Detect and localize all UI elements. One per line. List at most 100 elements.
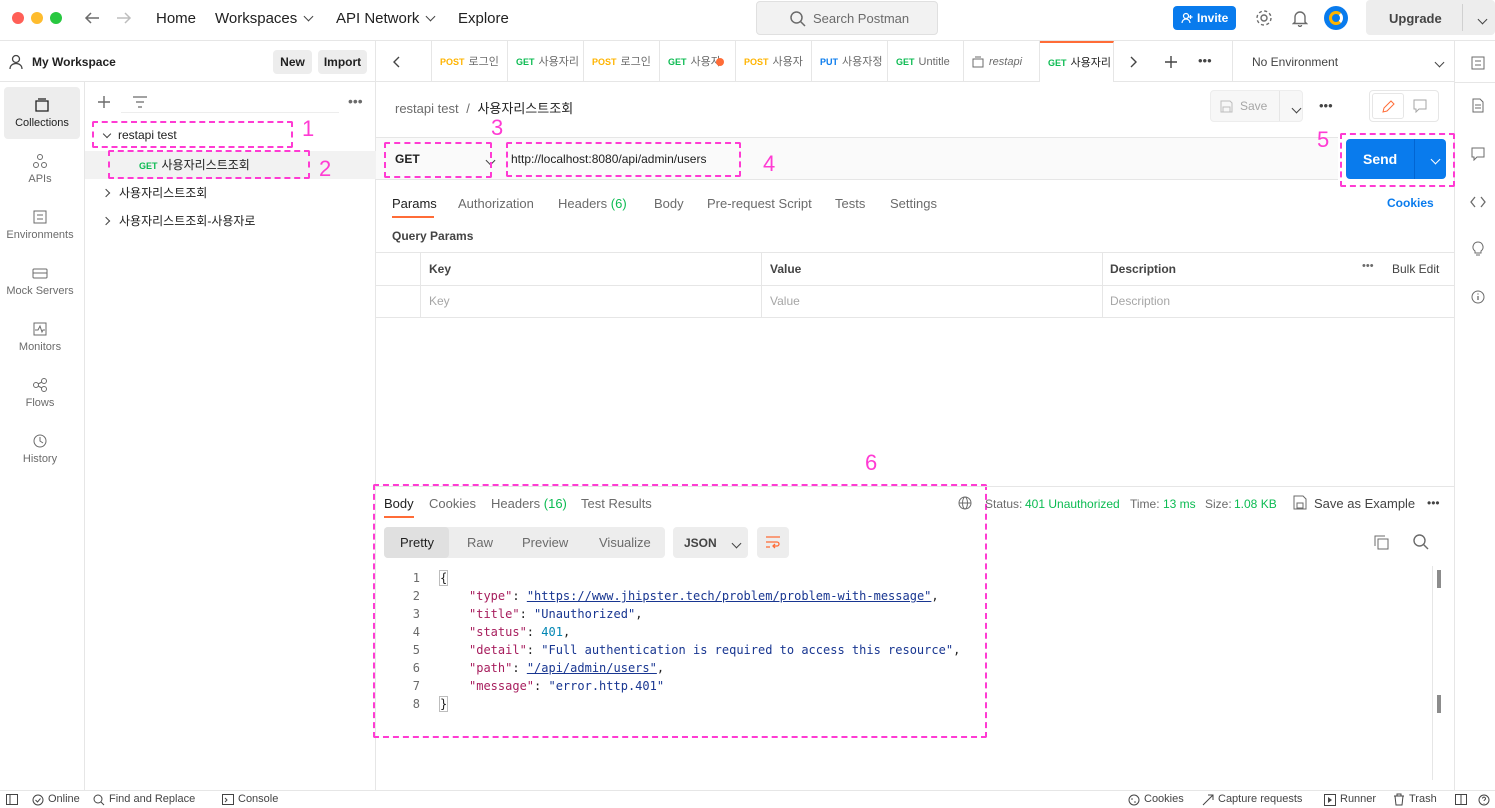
scrollbar-thumb[interactable] [1437,695,1441,713]
view-raw[interactable]: Raw [467,535,493,550]
find-replace-button[interactable]: Find and Replace [109,793,195,805]
comments-icon[interactable] [1471,147,1485,161]
nav-home[interactable]: Home [156,10,196,27]
runner-button[interactable]: Runner [1340,793,1376,805]
size-value[interactable]: 1.08 KB [1234,497,1277,511]
breadcrumb-request[interactable]: 사용자리스트조회 [477,101,573,116]
tab-headers[interactable]: Headers (6) [558,196,627,211]
tab[interactable]: POST 사용자 [736,41,812,82]
cookies-link[interactable]: Cookies [1387,196,1434,210]
response-tab-test-results[interactable]: Test Results [581,496,652,511]
maximize-window-icon[interactable] [50,12,62,24]
wrap-lines-button[interactable] [757,527,789,558]
collection-item[interactable]: 사용자리스트조회 [101,184,207,201]
more-options-icon[interactable]: ••• [348,93,363,109]
forward-arrow-icon[interactable] [116,11,132,25]
globe-icon[interactable] [958,496,972,510]
tab-tests[interactable]: Tests [835,196,865,211]
value-input[interactable]: Value [770,294,800,308]
nav-explore[interactable]: Explore [458,10,509,27]
trash-button[interactable]: Trash [1409,793,1437,805]
copy-icon[interactable] [1374,535,1389,550]
description-input[interactable]: Description [1110,294,1170,308]
tab-authorization[interactable]: Authorization [458,196,534,211]
save-button[interactable]: Save [1210,90,1303,122]
status-value[interactable]: 401 Unauthorized [1025,497,1120,511]
view-visualize[interactable]: Visualize [599,535,651,550]
tab[interactable]: GET Untitle [888,41,964,82]
toggle-sidebar-icon[interactable] [6,794,18,805]
search-bar[interactable]: Search Postman [756,1,938,35]
help-icon[interactable] [1478,794,1490,806]
online-status[interactable]: Online [48,793,80,805]
json-value-link[interactable]: "/api/admin/users" [527,661,657,675]
view-preview[interactable]: Preview [522,535,568,550]
settings-gear-icon[interactable] [1255,9,1273,27]
tab-active[interactable]: GET 사용자리 [1040,41,1114,82]
nav-api-network[interactable]: API Network [336,10,436,27]
more-actions-icon[interactable]: ••• [1319,98,1333,113]
lightbulb-icon[interactable] [1472,241,1484,257]
tab[interactable]: restapi [964,41,1040,82]
minimize-window-icon[interactable] [31,12,43,24]
chevron-right-icon[interactable] [1130,56,1138,68]
response-tab-headers[interactable]: Headers (16) [491,496,567,511]
new-button[interactable]: New [273,50,312,74]
tab[interactable]: PUT 사용자정 [812,41,888,82]
json-value-link[interactable]: "https://www.jhipster.tech/problem/probl… [527,589,932,603]
console-button[interactable]: Console [238,793,278,805]
tab-pre-request-script[interactable]: Pre-request Script [707,196,812,211]
rail-flows[interactable]: Flows [0,367,80,419]
nav-workspaces[interactable]: Workspaces [215,10,314,27]
edit-mode-button[interactable] [1372,93,1404,119]
documentation-icon[interactable] [1472,98,1484,113]
tab-options-icon[interactable]: ••• [1198,53,1212,68]
tab-settings[interactable]: Settings [890,196,937,211]
filter-input[interactable] [121,91,339,113]
response-tab-body[interactable]: Body [384,496,414,511]
notifications-bell-icon[interactable] [1292,9,1308,27]
key-input[interactable]: Key [429,294,450,308]
tab-body[interactable]: Body [654,196,684,211]
environment-select[interactable]: No Environment [1232,41,1446,82]
response-tab-cookies[interactable]: Cookies [429,496,476,511]
rail-apis[interactable]: APIs [0,143,80,195]
rail-collections[interactable]: Collections [4,87,80,139]
cookies-button[interactable]: Cookies [1144,793,1184,805]
capture-requests-button[interactable]: Capture requests [1218,793,1302,805]
workspace-name[interactable]: My Workspace [32,55,116,69]
tab-params[interactable]: Params [392,196,437,211]
chevron-down-icon[interactable] [1477,14,1488,25]
save-as-example-button[interactable]: Save as Example [1314,496,1415,511]
info-icon[interactable] [1471,290,1485,304]
code-icon[interactable] [1470,196,1486,208]
environment-quick-look-icon[interactable] [1471,56,1485,70]
comment-mode-icon[interactable] [1413,99,1427,113]
new-tab-icon[interactable] [1164,55,1178,69]
view-pretty[interactable]: Pretty [400,535,434,550]
add-icon[interactable] [97,95,111,109]
two-pane-icon[interactable] [1455,794,1467,805]
scrollbar-thumb[interactable] [1437,570,1441,588]
tab[interactable]: POST 로그인 [432,41,508,82]
column-options-icon[interactable]: ••• [1362,260,1374,272]
tab[interactable]: GET 사용자 [660,41,736,82]
tab[interactable]: POST 로그인 [584,41,660,82]
tab[interactable]: GET 사용자리 [508,41,584,82]
rail-mock-servers[interactable]: Mock Servers [0,255,80,307]
rail-environments[interactable]: Environments [0,199,80,251]
response-options-icon[interactable]: ••• [1427,496,1440,510]
upgrade-button[interactable]: Upgrade [1366,0,1495,35]
chevron-left-icon[interactable] [392,56,400,68]
collection-item[interactable]: 사용자리스트조회-사용자로 [101,212,255,229]
rail-monitors[interactable]: Monitors [0,311,80,363]
time-value[interactable]: 13 ms [1163,497,1196,511]
search-icon[interactable] [1413,534,1429,550]
tab[interactable] [414,41,432,82]
close-window-icon[interactable] [12,12,24,24]
back-arrow-icon[interactable] [84,11,100,25]
breadcrumb-collection[interactable]: restapi test [395,101,459,116]
invite-button[interactable]: Invite [1173,6,1236,30]
rail-history[interactable]: History [0,423,80,475]
avatar[interactable] [1324,6,1348,30]
